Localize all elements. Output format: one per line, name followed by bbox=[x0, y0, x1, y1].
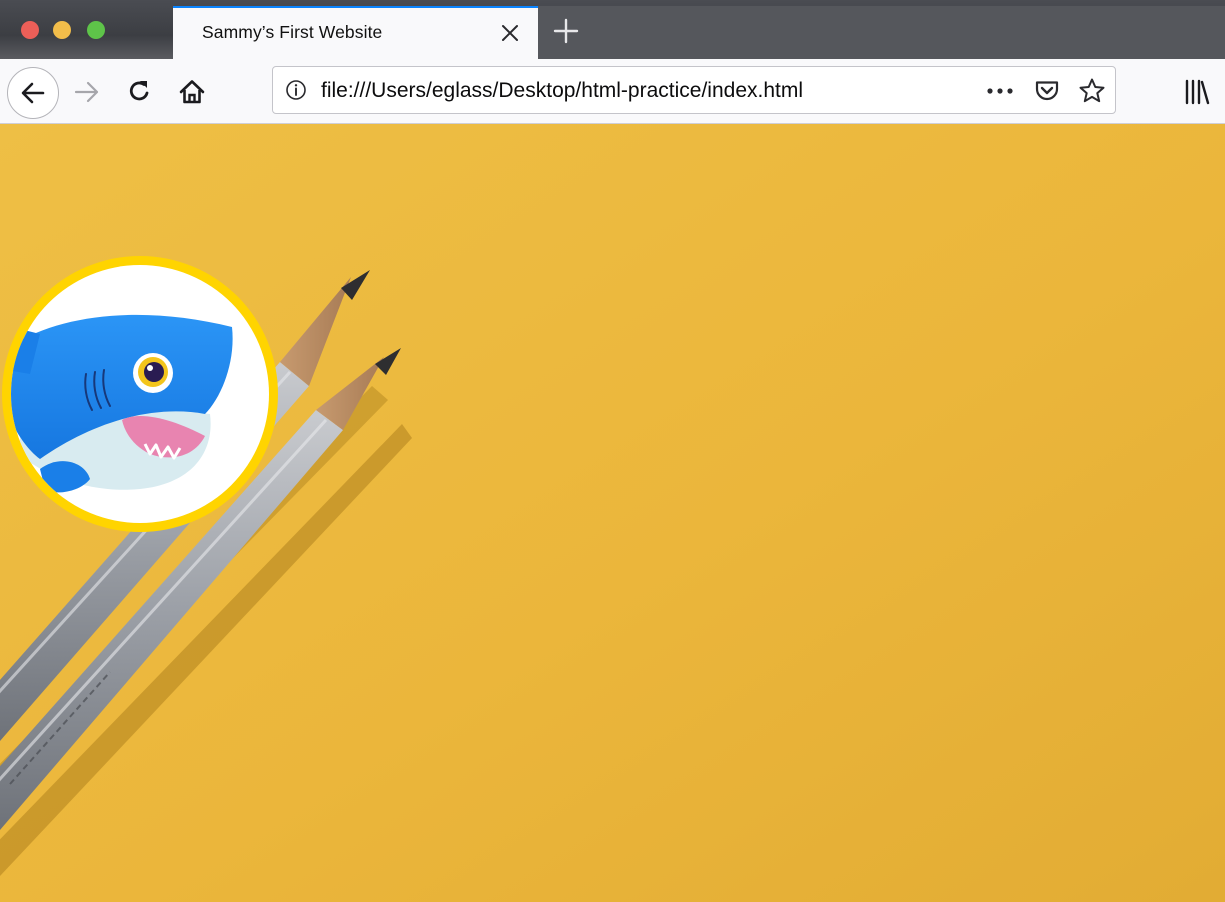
tab-strip: Sammy’s First Website bbox=[0, 0, 1225, 59]
plus-icon[interactable] bbox=[553, 18, 579, 44]
background-image bbox=[0, 124, 1225, 902]
library-icon[interactable] bbox=[1183, 79, 1211, 105]
navigation-toolbar: file:///Users/eglass/Desktop/html-practi… bbox=[0, 59, 1225, 124]
info-icon[interactable] bbox=[285, 79, 307, 101]
url-bar[interactable]: file:///Users/eglass/Desktop/html-practi… bbox=[272, 66, 1116, 114]
window-maximize-button[interactable] bbox=[87, 21, 105, 39]
arrow-right-icon[interactable] bbox=[73, 79, 101, 105]
tab-title: Sammy’s First Website bbox=[202, 22, 383, 42]
back-button[interactable] bbox=[7, 67, 59, 119]
star-icon[interactable] bbox=[1078, 77, 1106, 105]
page-content bbox=[0, 124, 1225, 902]
pocket-icon[interactable] bbox=[1034, 78, 1060, 104]
url-input[interactable]: file:///Users/eglass/Desktop/html-practi… bbox=[321, 79, 803, 103]
tab-active[interactable]: Sammy’s First Website bbox=[173, 6, 538, 59]
window-close-button[interactable] bbox=[21, 21, 39, 39]
arrow-left-icon bbox=[21, 82, 45, 104]
reload-icon[interactable] bbox=[127, 78, 153, 104]
tab-strip-empty-area[interactable] bbox=[538, 6, 1225, 59]
shark-logo bbox=[2, 256, 278, 532]
window-minimize-button[interactable] bbox=[53, 21, 71, 39]
ellipsis-icon[interactable] bbox=[986, 86, 1014, 96]
close-icon[interactable] bbox=[499, 22, 521, 44]
home-icon[interactable] bbox=[178, 78, 206, 106]
